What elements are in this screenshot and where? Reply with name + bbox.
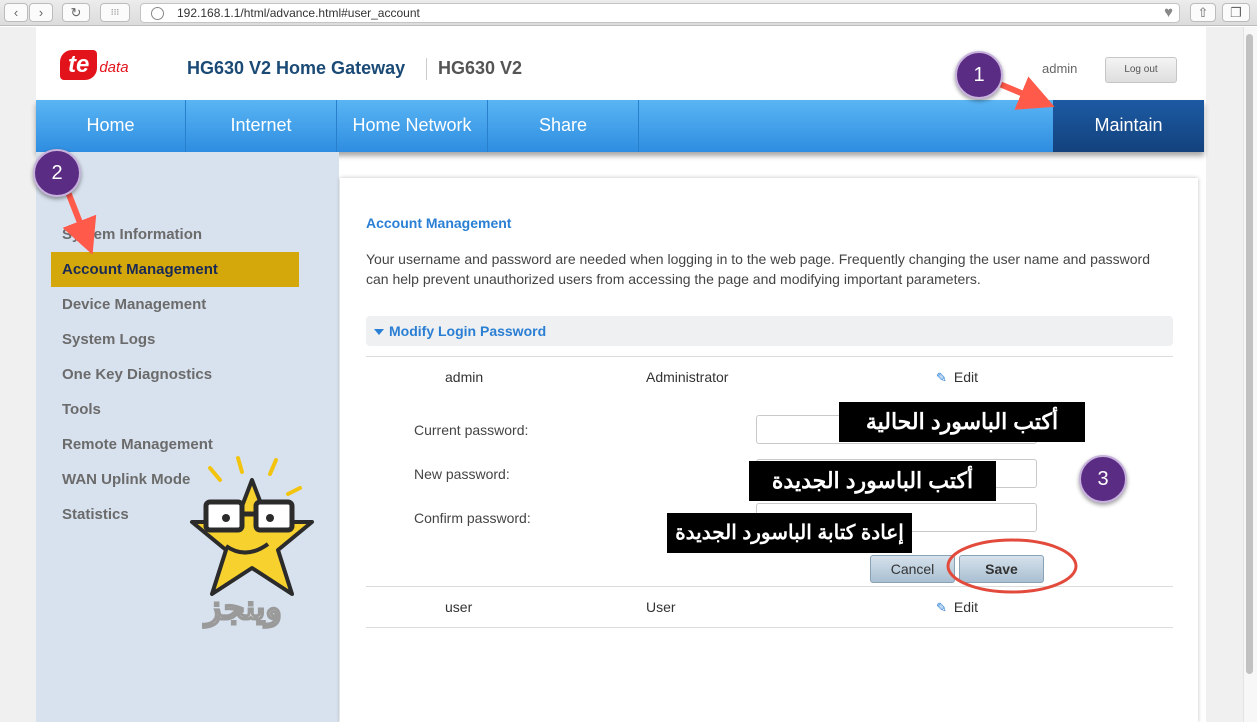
sidebar-item-wan-uplink-mode[interactable]: WAN Uplink Mode <box>62 471 190 488</box>
nav-share[interactable]: Share <box>488 100 639 152</box>
header-divider <box>426 58 427 80</box>
divider <box>366 356 1173 357</box>
edit-admin-link[interactable]: ✎ Edit <box>936 369 978 386</box>
logo-data: data <box>99 59 129 76</box>
account-username: user <box>445 599 473 615</box>
url-text: 192.168.1.1/html/advance.html#user_accou… <box>177 6 420 20</box>
address-bar[interactable]: 192.168.1.1/html/advance.html#user_accou… <box>140 3 1180 23</box>
confirm-password-label: Confirm password: <box>414 510 531 526</box>
mascot-brand-text: وينجز <box>204 588 283 628</box>
divider <box>366 627 1173 628</box>
step-badge-3: 3 <box>1079 455 1127 503</box>
nav-maintain[interactable]: Maintain <box>1053 100 1204 152</box>
account-role: User <box>646 599 676 615</box>
sidebar-item-device-management[interactable]: Device Management <box>62 296 206 313</box>
gateway-title: HG630 V2 Home Gateway <box>187 58 406 78</box>
save-button[interactable]: Save <box>959 555 1044 583</box>
step-badge-1: 1 <box>955 51 1003 99</box>
logo-te: te <box>60 50 98 80</box>
new-password-label: New password: <box>414 466 510 482</box>
account-role: Administrator <box>646 369 729 385</box>
tabs-icon[interactable]: ❐ <box>1222 3 1250 22</box>
share-icon[interactable]: ⇧ <box>1190 3 1216 22</box>
edit-label: Edit <box>953 599 979 615</box>
brand-logo: te data <box>60 50 129 80</box>
page-description: Your username and password are needed wh… <box>366 251 1151 287</box>
scrollbar-thumb[interactable] <box>1246 34 1253 674</box>
step-badge-2: 2 <box>33 149 81 197</box>
sidebar-item-system-logs[interactable]: System Logs <box>62 331 155 348</box>
cancel-button[interactable]: Cancel <box>870 555 955 583</box>
edit-user-link[interactable]: ✎ Edit <box>936 599 978 616</box>
nav-home[interactable]: Home <box>36 100 186 152</box>
annotation-current-password: أكتب الباسورد الحالية <box>839 402 1085 442</box>
sidebar-item-statistics[interactable]: Statistics <box>62 506 129 523</box>
sidebar-item-tools[interactable]: Tools <box>62 401 101 418</box>
logout-button[interactable]: Log out <box>1105 57 1177 83</box>
grid-icon[interactable]: ⁝⁝⁝ <box>100 3 130 22</box>
frame-left <box>0 27 36 722</box>
main-nav: Home Internet Home Network Share Maintai… <box>36 100 1204 152</box>
sidebar-item-one-key-diagnostics[interactable]: One Key Diagnostics <box>62 366 212 383</box>
current-user: admin <box>1042 61 1078 76</box>
panel-title[interactable]: Modify Login Password <box>389 323 546 339</box>
edit-icon: ✎ <box>936 600 947 615</box>
nav-home-network[interactable]: Home Network <box>337 100 488 152</box>
edit-label: Edit <box>953 369 979 385</box>
sidebar-item-account-management[interactable]: Account Management <box>62 261 218 278</box>
divider <box>366 586 1173 587</box>
heart-icon[interactable]: ♥ <box>1164 4 1173 21</box>
browser-toolbar: ‹ › ↻ ⁝⁝⁝ 192.168.1.1/html/advance.html#… <box>0 0 1257 26</box>
gateway-model: HG630 V2 <box>438 58 523 78</box>
page-title: Account Management <box>366 215 512 231</box>
back-button[interactable]: ‹ <box>4 3 28 22</box>
globe-icon <box>151 7 164 20</box>
sidebar-item-system-information[interactable]: System Information <box>62 226 202 243</box>
annotation-new-password: أكتب الباسورد الجديدة <box>749 461 996 501</box>
edit-icon: ✎ <box>936 370 947 385</box>
annotation-confirm-password: إعادة كتابة الباسورد الجديدة <box>667 513 912 553</box>
reload-button[interactable]: ↻ <box>62 3 90 22</box>
nav-internet[interactable]: Internet <box>186 100 337 152</box>
forward-button[interactable]: › <box>29 3 53 22</box>
current-password-label: Current password: <box>414 422 529 438</box>
collapse-triangle-icon[interactable] <box>374 329 384 335</box>
account-username: admin <box>445 369 484 385</box>
